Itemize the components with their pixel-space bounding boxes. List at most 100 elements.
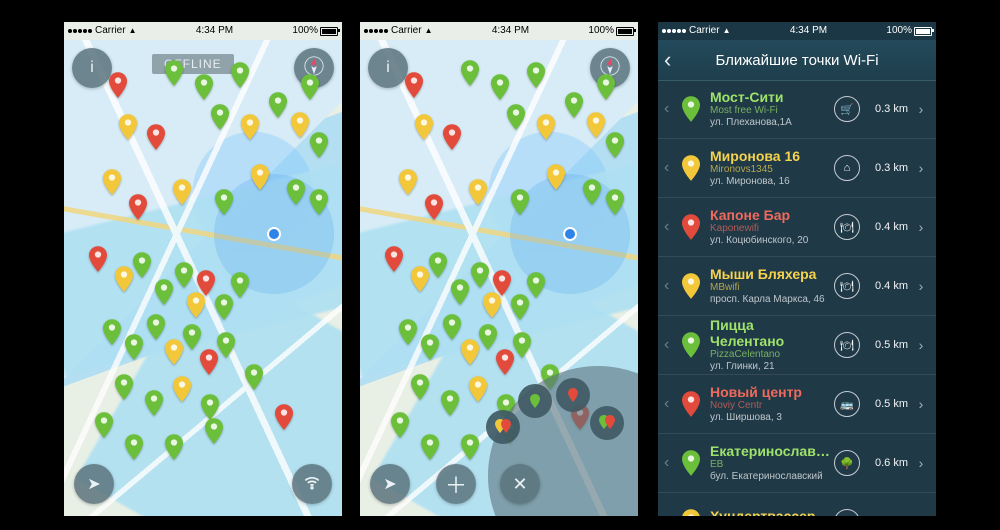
map-pin[interactable]	[173, 376, 191, 402]
map-pin[interactable]	[165, 434, 183, 460]
map-pin[interactable]	[415, 114, 433, 140]
chevron-right-icon[interactable]: ›	[916, 278, 926, 294]
wifi-scan-button[interactable]	[292, 464, 332, 504]
map-pin[interactable]	[301, 74, 319, 100]
map-pin[interactable]	[491, 74, 509, 100]
map-pin[interactable]	[461, 339, 479, 365]
wifi-list-item[interactable]: ‹ Капоне Бар Kaponewifi ул. Коцюбинского…	[658, 198, 936, 257]
map-pin[interactable]	[195, 74, 213, 100]
map-pin[interactable]	[425, 194, 443, 220]
map-pin[interactable]	[399, 169, 417, 195]
map-pin[interactable]	[496, 349, 514, 375]
drag-handle-icon[interactable]: ‹	[664, 336, 672, 354]
map-pin[interactable]	[411, 374, 429, 400]
map-pin[interactable]	[165, 339, 183, 365]
map-pin[interactable]	[147, 314, 165, 340]
map-pin[interactable]	[245, 364, 263, 390]
chevron-right-icon[interactable]: ›	[916, 337, 926, 353]
filter-fan-item[interactable]	[590, 406, 624, 440]
wifi-list-item[interactable]: ‹ Новый центр Noviy Centr ул. Ширшова, 3…	[658, 375, 936, 434]
wifi-list-item[interactable]: ‹ Мыши Бляхера MBwifi просп. Карла Маркс…	[658, 257, 936, 316]
map-pin[interactable]	[115, 374, 133, 400]
map-pin[interactable]	[507, 104, 525, 130]
chevron-right-icon[interactable]: ›	[916, 514, 926, 516]
wifi-list-item[interactable]: ‹ Пицца Челентано PizzaCelentano ул. Гли…	[658, 316, 936, 375]
map-pin[interactable]	[310, 132, 328, 158]
map-pin[interactable]	[441, 390, 459, 416]
map-pin[interactable]	[109, 72, 127, 98]
close-fan-button[interactable]: ✕	[500, 464, 540, 504]
map-pin[interactable]	[511, 189, 529, 215]
map-pin[interactable]	[537, 114, 555, 140]
map-pin[interactable]	[197, 270, 215, 296]
info-button[interactable]: i	[72, 48, 112, 88]
map-pin[interactable]	[471, 262, 489, 288]
map-pin[interactable]	[469, 179, 487, 205]
add-button[interactable]: ＋	[436, 464, 476, 504]
map-pin[interactable]	[606, 132, 624, 158]
drag-handle-icon[interactable]: ‹	[664, 454, 672, 472]
map-pin[interactable]	[155, 279, 173, 305]
map-pin[interactable]	[405, 72, 423, 98]
wifi-list-item[interactable]: ‹ Миронова 16 Mironovs1345 ул. Миронова,…	[658, 139, 936, 198]
map-pin[interactable]	[291, 112, 309, 138]
chevron-right-icon[interactable]: ›	[916, 160, 926, 176]
map-pin[interactable]	[411, 266, 429, 292]
map-pin[interactable]	[547, 164, 565, 190]
locate-button[interactable]: ➤	[370, 464, 410, 504]
map-pin[interactable]	[479, 324, 497, 350]
info-button[interactable]: i	[368, 48, 408, 88]
map-pin[interactable]	[211, 104, 229, 130]
map-pin[interactable]	[451, 279, 469, 305]
locate-button[interactable]: ➤	[74, 464, 114, 504]
filter-fan-item[interactable]	[486, 410, 520, 444]
map-pin[interactable]	[217, 332, 235, 358]
map-pin[interactable]	[95, 412, 113, 438]
wifi-list-item[interactable]: ‹ Мост-Сити Most free Wi-Fi ул. Плеханов…	[658, 80, 936, 139]
chevron-right-icon[interactable]: ›	[916, 455, 926, 471]
drag-handle-icon[interactable]: ‹	[664, 395, 672, 413]
drag-handle-icon[interactable]: ‹	[664, 513, 672, 516]
map-pin[interactable]	[125, 434, 143, 460]
map-pin[interactable]	[443, 124, 461, 150]
map-pin[interactable]	[251, 164, 269, 190]
map-pin[interactable]	[145, 390, 163, 416]
wifi-list-item[interactable]: ‹ Екатеринослав… EB бул. Екатеринославск…	[658, 434, 936, 493]
drag-handle-icon[interactable]: ‹	[664, 159, 672, 177]
map-pin[interactable]	[399, 319, 417, 345]
map-pin[interactable]	[103, 319, 121, 345]
drag-handle-icon[interactable]: ‹	[664, 218, 672, 236]
wifi-list[interactable]: ‹ Мост-Сити Most free Wi-Fi ул. Плеханов…	[658, 80, 936, 516]
map-pin[interactable]	[565, 92, 583, 118]
map-pin[interactable]	[513, 332, 531, 358]
map-pin[interactable]	[421, 334, 439, 360]
map-pin[interactable]	[241, 114, 259, 140]
map-pin[interactable]	[115, 266, 133, 292]
map-pin[interactable]	[103, 169, 121, 195]
map-canvas[interactable]: i ➤ ＋ ✕	[360, 40, 638, 516]
map-pin[interactable]	[125, 334, 143, 360]
filter-fan-item[interactable]	[556, 378, 590, 412]
map-pin[interactable]	[201, 394, 219, 420]
map-pin[interactable]	[310, 189, 328, 215]
map-pin[interactable]	[89, 246, 107, 272]
drag-handle-icon[interactable]: ‹	[664, 277, 672, 295]
chevron-right-icon[interactable]: ›	[916, 396, 926, 412]
map-pin[interactable]	[461, 434, 479, 460]
map-pin[interactable]	[200, 349, 218, 375]
map-pin[interactable]	[129, 194, 147, 220]
map-pin[interactable]	[527, 272, 545, 298]
map-pin[interactable]	[119, 114, 137, 140]
map-pin[interactable]	[287, 179, 305, 205]
map-pin[interactable]	[385, 246, 403, 272]
map-pin[interactable]	[269, 92, 287, 118]
map-pin[interactable]	[469, 376, 487, 402]
map-pin[interactable]	[583, 179, 601, 205]
filter-fan-item[interactable]	[518, 384, 552, 418]
map-pin[interactable]	[597, 74, 615, 100]
map-pin[interactable]	[205, 418, 223, 444]
map-pin[interactable]	[175, 262, 193, 288]
wifi-list-item[interactable]: ‹ Хундертвассер HNDvsr ∞ 1.2 km ›	[658, 493, 936, 516]
map-pin[interactable]	[527, 62, 545, 88]
map-pin[interactable]	[231, 62, 249, 88]
